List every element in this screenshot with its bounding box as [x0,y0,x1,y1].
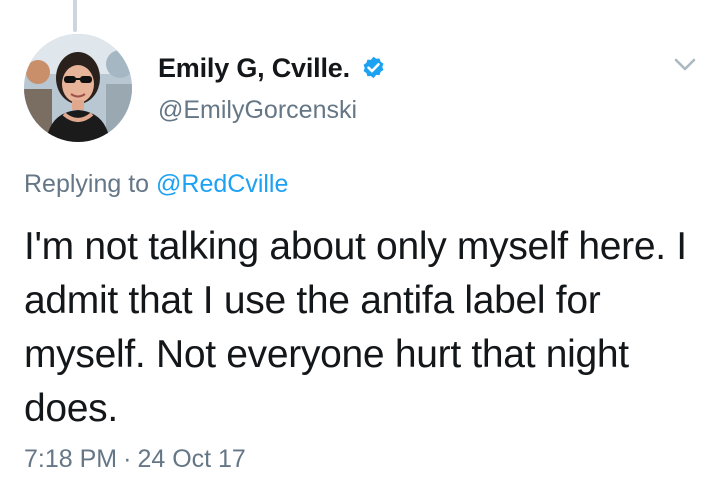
tweet-card: Emily G, Cville. @EmilyGorcenski Replyin… [0,0,720,499]
author-display-name[interactable]: Emily G, Cville. [158,53,350,84]
replying-to-line: Replying to @RedCville [24,170,288,199]
chevron-down-icon [674,58,696,71]
avatar-photo-icon [24,34,132,142]
author-name-row: Emily G, Cville. [158,53,387,84]
tweet-time: 7:18 PM [24,445,118,473]
tweet-options-button[interactable] [668,52,702,78]
timestamp-separator: · [123,445,132,473]
reply-to-handle-link[interactable]: @RedCville [156,170,288,198]
author-handle[interactable]: @EmilyGorcenski [158,96,357,125]
tweet-date: 24 Oct 17 [137,445,246,473]
tweet-text: I'm not talking about only myself here. … [24,225,687,430]
tweet-timestamp[interactable]: 7:18 PM · 24 Oct 17 [24,445,246,474]
avatar[interactable] [24,34,132,142]
thread-connector-line [73,0,77,32]
verified-badge-icon [360,55,387,82]
replying-to-label: Replying to [24,170,150,198]
